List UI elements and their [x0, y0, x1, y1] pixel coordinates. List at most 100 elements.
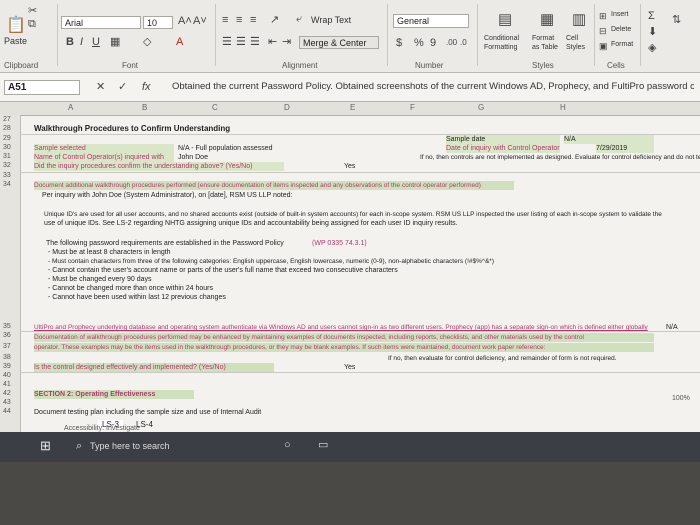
row-31[interactable]: 31 [3, 153, 11, 160]
row-29[interactable]: 29 [3, 135, 11, 142]
conditional-formatting-button[interactable]: Conditional Formatting [484, 34, 530, 52]
insert-button[interactable]: Insert [611, 11, 629, 18]
cell-designed-effectively-value[interactable]: Yes [344, 363, 355, 372]
cell-sample-date-value[interactable]: N/A [564, 135, 654, 144]
row-37[interactable]: 37 [3, 343, 11, 350]
align-center-icon[interactable]: ☰ [236, 36, 246, 48]
cell-if-no-note[interactable]: If no, then controls are not implemented… [420, 153, 700, 162]
cell-requirement-1[interactable]: - Must be at least 8 characters in lengt… [48, 248, 171, 257]
cell-sample-date-label[interactable]: Sample date [446, 135, 560, 144]
windows-start-icon[interactable]: ⊞ [40, 439, 51, 452]
col-header-g[interactable]: G [478, 103, 484, 112]
format-as-table-button[interactable]: Format as Table [532, 34, 562, 52]
row-43[interactable]: 43 [3, 399, 11, 406]
paste-icon[interactable]: 📋 [6, 18, 26, 34]
font-grow-icon[interactable]: A˄ [178, 15, 192, 27]
cell-inquiry-date-value[interactable]: 7/29/2019 [596, 144, 654, 153]
merge-center-button[interactable]: Merge & Center [299, 36, 379, 49]
cell-sample-selected-label[interactable]: Sample selected [34, 144, 174, 153]
bold-button[interactable]: B [66, 36, 74, 48]
decimal-decrease-icon[interactable]: .0 [460, 37, 467, 49]
comma-icon[interactable]: 9 [430, 37, 436, 49]
row-32[interactable]: 32 [3, 162, 11, 169]
italic-button[interactable]: I [80, 36, 83, 48]
cell-inquiry-confirm-value[interactable]: Yes [344, 162, 355, 171]
align-top-icon[interactable]: ≡ [222, 14, 228, 26]
align-right-icon[interactable]: ☰ [250, 36, 260, 48]
autosum-icon[interactable]: Σ [648, 10, 655, 22]
cell-requirement-3[interactable]: - Cannot contain the user's account name… [48, 266, 398, 275]
percent-icon[interactable]: % [414, 37, 424, 49]
cell-unique-ids-line1[interactable]: Unique ID's are used for all user accoun… [44, 210, 694, 219]
cell-if-no-evaluate[interactable]: If no, then evaluate for control deficie… [388, 354, 698, 363]
cell-inquiry-date-label[interactable]: Date of inquiry with Control Operator(s) [446, 144, 560, 153]
font-name-select[interactable]: Arial [61, 16, 141, 29]
copy-icon[interactable]: ⧉ [28, 18, 36, 30]
underline-button[interactable]: U [92, 36, 100, 48]
format-as-table-icon[interactable]: ▦ [540, 12, 554, 27]
row-33[interactable]: 33 [3, 172, 11, 179]
row-28[interactable]: 28 [3, 125, 11, 132]
cell-testing-plan[interactable]: Document testing plan including the samp… [34, 408, 261, 417]
align-bottom-icon[interactable]: ≡ [250, 14, 256, 26]
number-format-select[interactable]: General [393, 14, 469, 28]
format-icon[interactable]: ▣ [599, 40, 608, 52]
col-header-b[interactable]: B [142, 103, 147, 112]
col-header-a[interactable]: A [68, 103, 73, 112]
align-middle-icon[interactable]: ≡ [236, 14, 242, 26]
formula-input[interactable]: Obtained the current Password Policy. Ob… [172, 81, 694, 92]
row-40[interactable]: 40 [3, 372, 11, 379]
zoom-level[interactable]: 100% [672, 394, 690, 403]
cell-requirement-6[interactable]: - Cannot have been used within last 12 p… [48, 293, 226, 302]
delete-icon[interactable]: ⊟ [599, 25, 607, 37]
cell-operator-label[interactable]: operator. These examples may be the item… [34, 343, 654, 352]
insert-function-icon[interactable]: fx [142, 81, 151, 93]
row-34[interactable]: 34 [3, 181, 11, 188]
indent-icon[interactable]: ⇤ [268, 36, 277, 48]
cell-designed-effectively-label[interactable]: Is the control designed effectively and … [34, 363, 274, 372]
insert-icon[interactable]: ⊞ [599, 10, 607, 22]
cell-requirement-2[interactable]: - Must contain characters from three of … [48, 257, 688, 266]
cell-sample-selected-value[interactable]: N/A - Full population assessed [178, 144, 273, 153]
conditional-formatting-icon[interactable]: ▤ [498, 12, 512, 27]
cell-control-operator-value[interactable]: John Doe [178, 153, 208, 162]
cell-control-operator-label[interactable]: Name of Control Operator(s) inquired wit… [34, 153, 174, 162]
currency-icon[interactable]: $ [396, 37, 402, 49]
delete-button[interactable]: Delete [611, 26, 631, 33]
cell-requirement-4[interactable]: - Must be changed every 90 days [48, 275, 152, 284]
font-size-select[interactable]: 10 [143, 16, 173, 29]
enter-icon[interactable]: ✓ [118, 81, 127, 93]
font-shrink-icon[interactable]: A˅ [193, 15, 207, 27]
name-box[interactable]: A51 [4, 80, 80, 95]
col-header-h[interactable]: H [560, 103, 566, 112]
worksheet-grid[interactable]: A B C D E F G H 27 28 29 30 31 32 33 34 … [0, 102, 700, 432]
row-30[interactable]: 30 [3, 144, 11, 151]
paste-label[interactable]: Paste [4, 36, 27, 46]
cell-styles-button[interactable]: Cell Styles [566, 34, 590, 52]
row-39[interactable]: 39 [3, 363, 11, 370]
cell-section-2[interactable]: SECTION 2: Operating Effectiveness [34, 390, 194, 399]
cell-inquiry-confirm-label[interactable]: Did the inquiry procedures confirm the u… [34, 162, 284, 171]
cell-password-requirements[interactable]: The following password requirements are … [46, 239, 284, 248]
cell-requirement-5[interactable]: - Cannot be changed more than once withi… [48, 284, 213, 293]
orientation-icon[interactable]: ↗ [270, 14, 279, 26]
cell-walkthrough-title[interactable]: Walkthrough Procedures to Confirm Unders… [34, 124, 230, 133]
cell-documentation-label[interactable]: Documentation of walkthrough procedures … [34, 333, 654, 342]
align-left-icon[interactable]: ☰ [222, 36, 232, 48]
cancel-icon[interactable]: ✕ [96, 81, 105, 93]
row-38[interactable]: 38 [3, 354, 11, 361]
font-color-icon[interactable]: A [176, 36, 183, 48]
scissors-icon[interactable]: ✂ [28, 5, 37, 17]
wrap-text-button[interactable]: Wrap Text [311, 15, 351, 25]
col-header-e[interactable]: E [350, 103, 355, 112]
borders-icon[interactable]: ▦ [110, 36, 120, 48]
row-27[interactable]: 27 [3, 116, 11, 123]
row-41[interactable]: 41 [3, 381, 11, 388]
cell-password-policy-ref[interactable]: (WP 0335 74.3.1) [312, 239, 367, 248]
col-header-d[interactable]: D [284, 103, 290, 112]
col-header-f[interactable]: F [410, 103, 415, 112]
format-button[interactable]: Format [611, 41, 633, 48]
cell-additional-walkthrough-label[interactable]: Document additional walkthrough procedur… [34, 181, 514, 190]
outdent-icon[interactable]: ⇥ [282, 36, 291, 48]
col-header-c[interactable]: C [212, 103, 218, 112]
